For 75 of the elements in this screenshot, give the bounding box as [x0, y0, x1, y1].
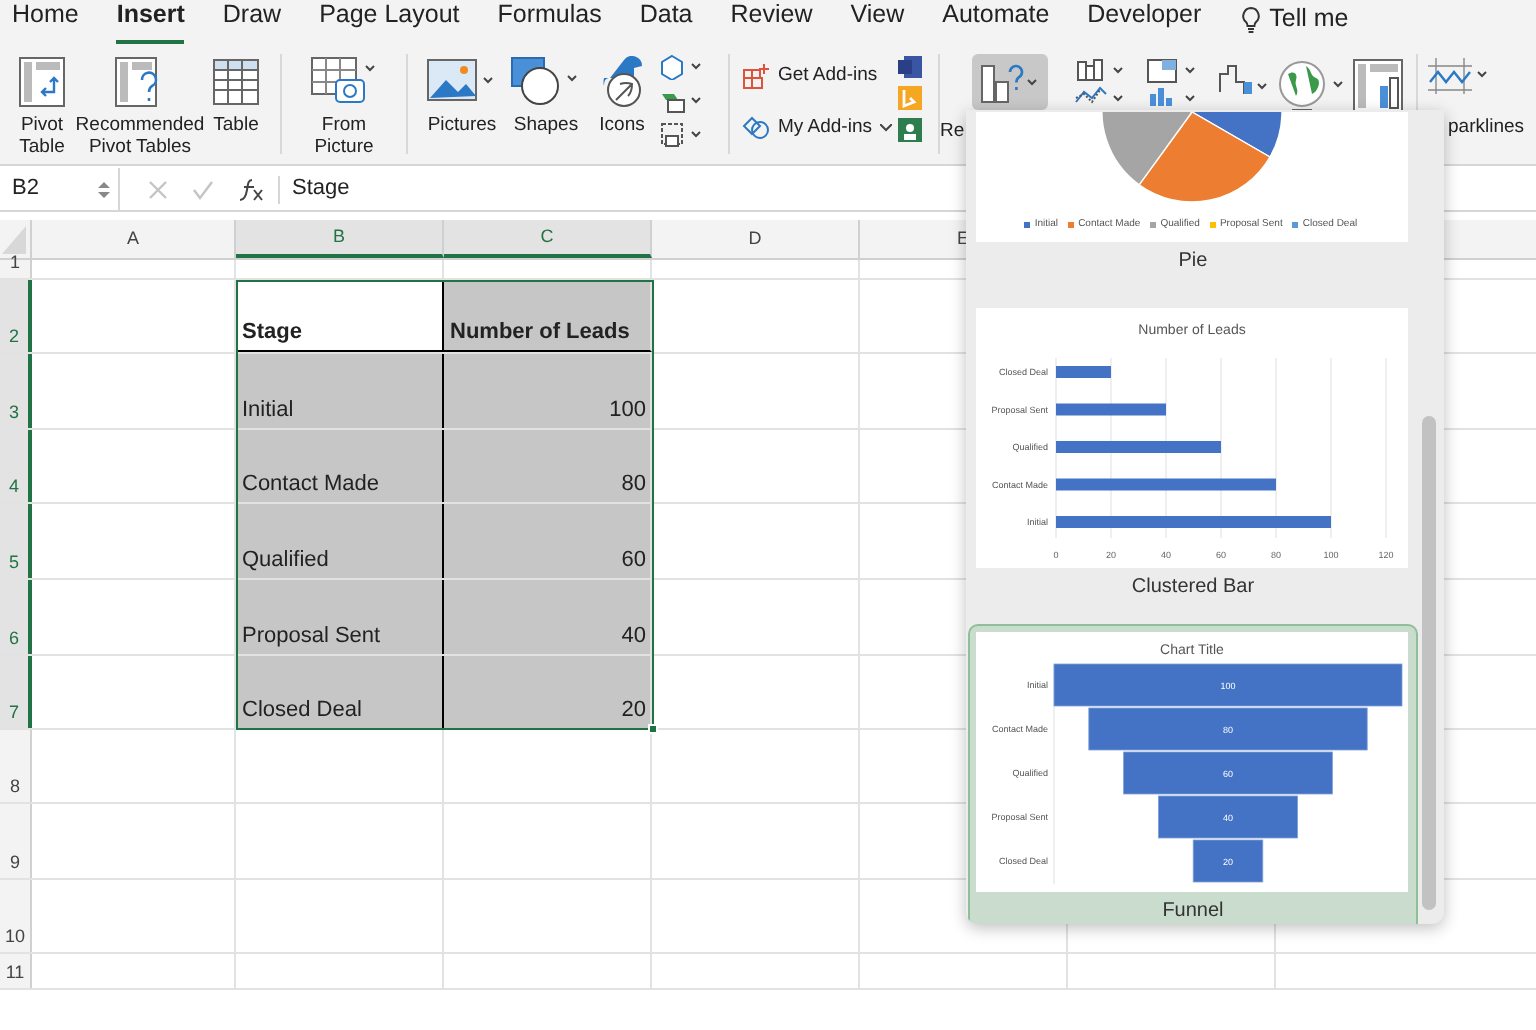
- row-header[interactable]: 6: [0, 580, 32, 654]
- shapes-outline-icon: [742, 116, 770, 141]
- shapes-icon: [510, 56, 582, 108]
- table-cell: Number of Leads: [444, 280, 652, 352]
- chart-option-label: Clustered Bar: [1129, 574, 1257, 602]
- menu-tab[interactable]: Draw: [222, 0, 282, 44]
- visio-icon: [898, 56, 922, 78]
- pivot-table-icon: [18, 56, 66, 108]
- ribbon-button-label[interactable]: Table: [213, 114, 259, 136]
- picture-icon: [426, 58, 498, 106]
- ribbon-button-label[interactable]: Pictures: [427, 114, 497, 136]
- store-grid-icon: [742, 62, 770, 91]
- row-header[interactable]: 4: [0, 430, 32, 502]
- row-header[interactable]: 10: [0, 880, 32, 952]
- ribbon-button-label[interactable]: Pivot Table: [8, 114, 76, 158]
- bing-icon: [898, 86, 922, 110]
- caret-icon: [880, 124, 892, 133]
- get-add-ins-button[interactable]: Get Add-ins: [778, 62, 878, 91]
- column-header[interactable]: C: [444, 220, 652, 258]
- lightbulb-icon: [1239, 5, 1262, 34]
- table-cell: Qualified: [236, 504, 444, 578]
- row-header[interactable]: 1: [0, 260, 32, 278]
- table-cell: 60: [444, 504, 652, 578]
- scrollbar-thumb[interactable]: [1422, 416, 1436, 910]
- bar: [1055, 366, 1110, 378]
- row-header[interactable]: 2: [0, 280, 32, 352]
- menu-tab[interactable]: Page Layout: [319, 0, 460, 44]
- globe-icon: [1276, 58, 1348, 114]
- pivot-chart-icon: [1352, 58, 1408, 114]
- stepper-icon: [98, 179, 110, 199]
- table-cell: Closed Deal: [236, 656, 444, 728]
- chart-option-label: Funnel: [1160, 898, 1226, 924]
- row-header[interactable]: 9: [0, 804, 32, 878]
- table-cell: 80: [444, 430, 652, 502]
- chart-option-label: Pie: [1176, 248, 1210, 276]
- row-header[interactable]: 11: [0, 954, 32, 988]
- menu-tab[interactable]: Data: [639, 0, 693, 44]
- ribbon-button-label[interactable]: Re: [940, 118, 965, 147]
- tell-me-search[interactable]: Tell me: [1269, 0, 1349, 38]
- sparkline-icon: [1424, 54, 1492, 98]
- camera-grid-icon: [310, 56, 378, 108]
- row-header[interactable]: 7: [0, 656, 32, 728]
- bar: [1055, 403, 1165, 416]
- ribbon-button-label[interactable]: Shapes: [513, 114, 579, 136]
- recommended-charts-button[interactable]: [972, 54, 1048, 110]
- table-cell: 40: [444, 580, 652, 654]
- sparklines-label[interactable]: parklines: [1448, 114, 1525, 143]
- function-icon[interactable]: [238, 177, 266, 201]
- row-header[interactable]: 3: [0, 354, 32, 428]
- formula-input[interactable]: Stage: [292, 172, 350, 206]
- people-graph-icon: [898, 118, 922, 142]
- menu-tab[interactable]: Home: [12, 0, 79, 44]
- menu-tab[interactable]: View: [850, 0, 905, 44]
- row-header[interactable]: 5: [0, 504, 32, 578]
- table-cell: 20: [444, 656, 652, 728]
- table-cell: 100: [444, 354, 652, 428]
- menu-tab[interactable]: Review: [730, 0, 813, 44]
- cancel-icon[interactable]: [148, 179, 168, 199]
- ribbon-button-label[interactable]: Recommended Pivot Tables: [75, 114, 205, 158]
- menu-tab[interactable]: Developer: [1087, 0, 1202, 44]
- table-icon: [212, 58, 260, 106]
- menu-tab[interactable]: Automate: [942, 0, 1050, 44]
- row-header[interactable]: 8: [0, 730, 32, 802]
- check-icon[interactable]: [192, 179, 214, 199]
- name-box[interactable]: B2: [0, 168, 120, 210]
- ribbon-button-label[interactable]: From Picture: [294, 114, 394, 158]
- table-cell: Stage: [236, 280, 444, 352]
- table-cell: Proposal Sent: [236, 580, 444, 654]
- table-cell: Contact Made: [236, 430, 444, 502]
- menu-tab[interactable]: Formulas: [497, 0, 602, 44]
- column-header[interactable]: D: [652, 220, 860, 258]
- table-cell: Initial: [236, 354, 444, 428]
- my-add-ins-button[interactable]: My Add-ins: [778, 114, 872, 143]
- column-header[interactable]: B: [236, 220, 444, 258]
- ribbon-button-label[interactable]: Icons: [599, 114, 645, 136]
